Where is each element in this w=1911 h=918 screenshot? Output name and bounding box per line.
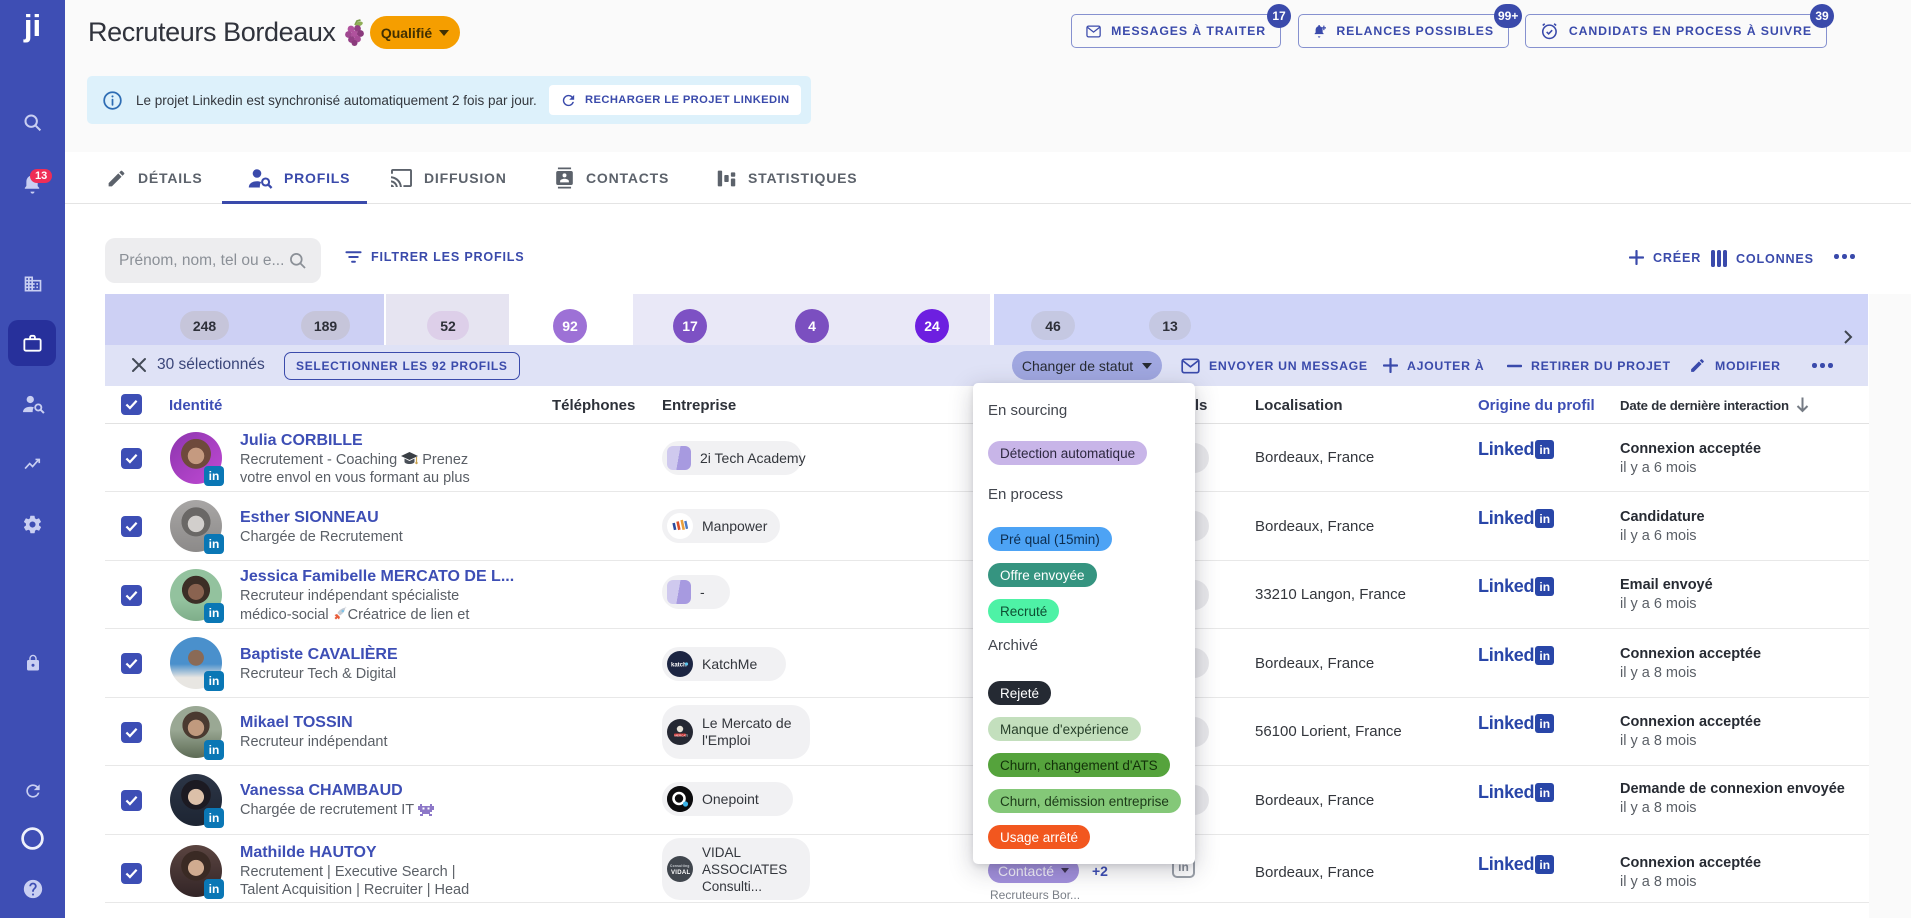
svg-text:MERCATO: MERCATO (675, 733, 689, 737)
svg-text:VIDAL: VIDAL (671, 870, 691, 876)
svg-text:Consulting Group: Consulting Group (670, 864, 691, 868)
svg-text:katch: katch (671, 663, 687, 669)
